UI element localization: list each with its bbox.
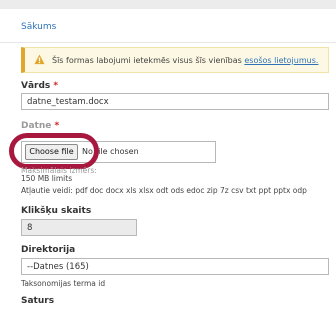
warning-icon [34,54,45,65]
warning-text: Šīs formas labojumi ietekmēs visus šīs v… [52,56,318,65]
name-required-mark: * [53,81,59,91]
content-field-label: Saturs [21,296,55,306]
highlight-annotation [9,133,99,169]
name-label-text: Vārds [21,81,51,91]
breadcrumb-divider [0,42,336,43]
window-top-strip [0,0,336,9]
breadcrumb-home-link[interactable]: Sākums [21,22,56,32]
existing-uses-link[interactable]: esošos lietojumus. [244,56,318,65]
directory-help: Taksonomijas terma id [21,279,106,288]
clicks-field-label: Klikšķu skaits [21,206,92,216]
directory-input[interactable]: --Datnes (165) [21,258,329,275]
file-size-limit: 150 MB limits [21,174,73,183]
file-allowed-types: Atļautie veidi: pdf doc docx xls xlsx od… [21,186,307,195]
file-required-mark: * [54,121,60,131]
name-field-label: Vārds * [21,81,58,91]
warning-message: Šīs formas labojumi ietekmēs visus šīs v… [21,47,329,73]
file-field-label: Datne * [21,121,59,131]
name-input[interactable]: datne_testam.docx [21,93,329,110]
file-label-text: Datne [21,121,52,131]
clicks-input: 8 [21,219,137,236]
directory-field-label: Direktorija [21,245,76,255]
edit-form-panel: Sākums Šīs formas labojumi ietekmēs visu… [0,9,336,323]
warning-text-body: Šīs formas labojumi ietekmēs visus šīs v… [52,56,242,65]
